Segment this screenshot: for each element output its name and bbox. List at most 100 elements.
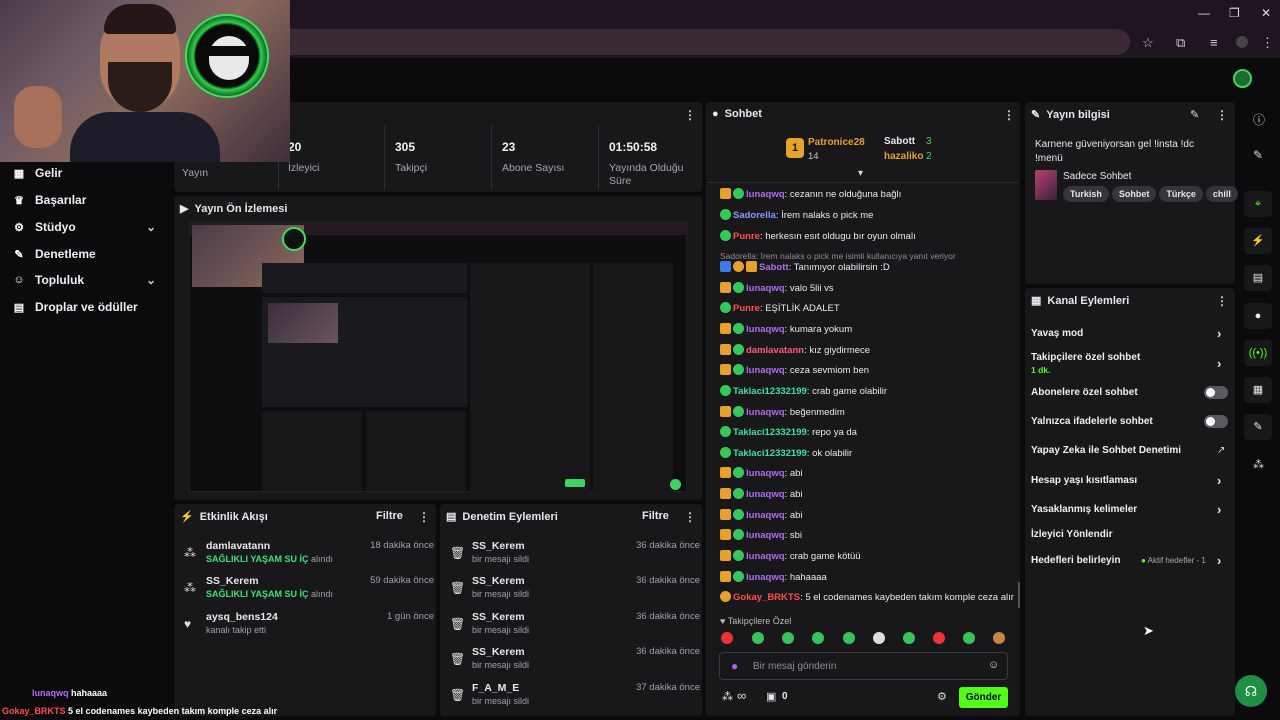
support-headset-icon[interactable]: ☊ — [1235, 675, 1267, 707]
chat-message[interactable]: lunaqwq: abi — [720, 509, 803, 521]
collapse-icon[interactable]: ▾ — [858, 168, 863, 179]
emote-icon[interactable] — [752, 632, 764, 644]
emote-icon[interactable] — [782, 632, 794, 644]
chat-username[interactable]: Punre — [733, 303, 760, 314]
emote-chat-toggle[interactable] — [1204, 415, 1228, 428]
chat-message[interactable]: Punre: EŞİTLİK ADALET — [720, 302, 840, 314]
emote-icon[interactable] — [963, 632, 975, 644]
chat-username[interactable]: damlavatann — [746, 345, 804, 356]
chat-username[interactable]: lunaqwq — [746, 489, 785, 500]
chat-message[interactable]: lunaqwq: cezanın ne olduğuna bağlı — [720, 188, 901, 200]
tag[interactable]: Türkçe — [1159, 186, 1203, 202]
chat-message[interactable]: lunaqwq: sbi — [720, 529, 802, 541]
chat-message[interactable]: lunaqwq: valo 5lii vs — [720, 282, 834, 294]
profile-avatar[interactable] — [1236, 36, 1248, 48]
extensions-icon[interactable]: ⧉ — [1176, 35, 1185, 51]
rail-item[interactable]: ⚡ — [1244, 228, 1272, 254]
sidebar-item-studyo[interactable]: ⚙ Stüdyo ⌄ — [12, 220, 172, 234]
browser-menu-icon[interactable]: ⋮ — [1261, 35, 1274, 51]
chat-input[interactable]: ● Bir mesaj gönderin ☺ — [719, 652, 1008, 680]
rail-item[interactable]: ● — [1244, 303, 1272, 329]
stream-preview-video[interactable] — [189, 222, 688, 493]
chat-username[interactable]: Gokay_BRKTS — [733, 592, 800, 603]
chat-message[interactable]: lunaqwq: hahaaaa — [720, 571, 827, 583]
chevron-right-icon[interactable]: › — [1217, 473, 1221, 488]
chat-username[interactable]: Taklaci12332199 — [733, 386, 807, 397]
chevron-right-icon[interactable]: › — [1217, 326, 1221, 341]
minimize-icon[interactable]: — — [1198, 6, 1210, 20]
chat-username[interactable]: lunaqwq — [746, 283, 785, 294]
slow-mode-option[interactable]: Yavaş mod — [1031, 328, 1083, 339]
microphone-icon[interactable]: ● — [731, 659, 738, 673]
chevron-right-icon[interactable]: › — [1217, 356, 1221, 371]
edit-icon[interactable]: ✎ — [1190, 108, 1199, 121]
chat-message[interactable]: lunaqwq: ceza sevmiom ben — [720, 364, 869, 376]
chat-message[interactable]: damlavatann: kız giydirmece — [720, 344, 870, 356]
emote-icon[interactable] — [993, 632, 1005, 644]
info-icon[interactable]: ⓘ — [1253, 111, 1265, 128]
chat-message[interactable]: Taklaci12332199: crab game olabilir — [720, 385, 887, 397]
tag[interactable]: Turkish — [1063, 186, 1109, 202]
sidebar-item-droplar[interactable]: ▤ Droplar ve ödüller — [12, 300, 138, 314]
chat-scrollbar[interactable] — [1018, 582, 1020, 608]
external-link-icon[interactable]: ↗ — [1217, 445, 1225, 456]
chat-username[interactable]: lunaqwq — [746, 468, 785, 479]
chat-message[interactable]: lunaqwq: abi — [720, 467, 803, 479]
emote-icon[interactable] — [903, 632, 915, 644]
gift-icon[interactable]: ▣ — [766, 690, 776, 703]
chat-username[interactable]: Punre — [733, 231, 760, 242]
sidebar-item-gelir[interactable]: ▦ Gelir — [12, 166, 63, 180]
address-bar[interactable] — [250, 29, 1130, 55]
more-options-icon[interactable]: ⋮ — [418, 510, 430, 524]
more-options-icon[interactable]: ⋮ — [1216, 294, 1228, 308]
points-icon[interactable]: ⁂ — [722, 690, 733, 703]
emote-icon[interactable] — [873, 632, 885, 644]
rail-item[interactable]: ✎ — [1244, 414, 1272, 440]
tag[interactable]: Sohbet — [1111, 186, 1157, 202]
rail-item[interactable]: ▤ — [1244, 265, 1272, 291]
subs-chat-toggle[interactable] — [1204, 386, 1228, 399]
emote-icon[interactable] — [812, 632, 824, 644]
account-age-option[interactable]: Hesap yaşı kısıtlaması — [1031, 475, 1137, 486]
more-options-icon[interactable]: ⋮ — [1003, 108, 1015, 122]
chat-message[interactable]: lunaqwq: crab game kötüü — [720, 550, 861, 562]
settings-gear-icon[interactable]: ⚙ — [937, 690, 947, 703]
more-options-icon[interactable]: ⋮ — [684, 510, 696, 524]
restore-icon[interactable]: ❐ — [1229, 6, 1240, 20]
community-icon[interactable]: ⁂ — [1253, 458, 1264, 471]
sidebar-item-basarilar[interactable]: ♛ Başarılar — [12, 193, 86, 207]
chat-message[interactable]: Punre: herkesın esıt oldugu bır oyun olm… — [720, 230, 916, 242]
bookmark-star-icon[interactable]: ☆ — [1142, 35, 1154, 51]
chat-username[interactable]: lunaqwq — [746, 551, 785, 562]
rail-item[interactable]: ▦ — [1244, 377, 1272, 403]
chat-message[interactable]: Taklaci12332199: repo ya da — [720, 426, 857, 438]
chat-message[interactable]: lunaqwq: beğenmedim — [720, 406, 845, 418]
goals-option[interactable]: Hedefleri belirleyin — [1031, 555, 1120, 566]
chat-username[interactable]: lunaqwq — [746, 407, 785, 418]
followers-chat-option[interactable]: Takipçilere özel sohbet — [1031, 352, 1140, 363]
sidebar-item-topluluk[interactable]: ☺ Topluluk ⌄ — [12, 273, 172, 287]
ai-moderation-option[interactable]: Yapay Zeka ile Sohbet Denetimi — [1031, 445, 1181, 456]
tag[interactable]: chill — [1205, 186, 1238, 202]
chat-username[interactable]: Sadorella — [733, 210, 776, 221]
reading-list-icon[interactable]: ≡ — [1210, 35, 1218, 50]
chat-username[interactable]: lunaqwq — [746, 189, 785, 200]
chat-message[interactable]: Sadorella: İrem nalaks o pick me — [720, 209, 873, 221]
chat-message[interactable]: lunaqwq: abi — [720, 488, 803, 500]
chat-username[interactable]: lunaqwq — [746, 530, 785, 541]
sidebar-item-denetleme[interactable]: ✎ Denetleme — [12, 247, 95, 261]
edit-icon[interactable]: ✎ — [1253, 148, 1263, 162]
more-options-icon[interactable]: ⋮ — [684, 108, 696, 122]
chat-username[interactable]: lunaqwq — [746, 572, 785, 583]
chevron-right-icon[interactable]: › — [1217, 553, 1221, 568]
banned-words-option[interactable]: Yasaklanmış kelimeler — [1031, 504, 1137, 515]
viewer-redirect-option[interactable]: İzleyici Yönlendir — [1031, 529, 1113, 540]
chat-message[interactable]: Sabott: Tanımıyor olabilirsin :D — [720, 261, 890, 273]
emote-icon[interactable] — [843, 632, 855, 644]
emote-icon[interactable] — [721, 632, 733, 644]
chevron-right-icon[interactable]: › — [1217, 502, 1221, 517]
chat-username[interactable]: lunaqwq — [746, 510, 785, 521]
chat-message[interactable]: Gokay_BRKTS: 5 el codenames kaybeden tak… — [720, 591, 1014, 603]
close-icon[interactable]: ✕ — [1261, 6, 1271, 20]
rail-item[interactable]: ⌖ — [1244, 191, 1272, 217]
